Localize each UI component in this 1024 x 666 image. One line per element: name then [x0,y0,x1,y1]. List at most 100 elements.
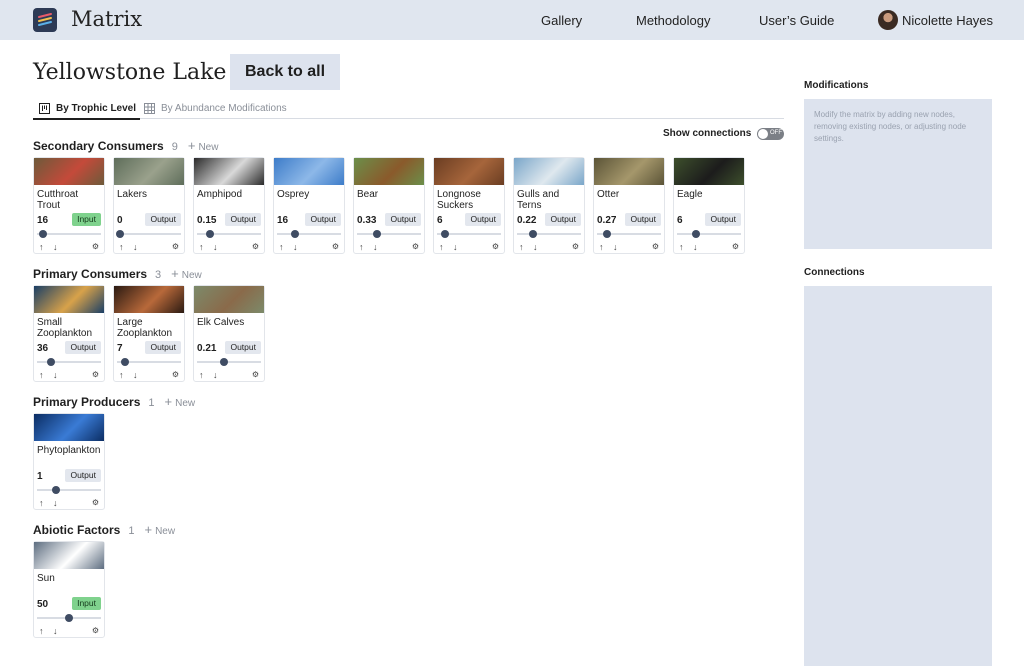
arrow-up-icon[interactable]: ↑ [39,498,44,508]
slider-handle[interactable] [602,230,611,238]
node-card[interactable]: Large Zooplankton 7 Output ↑ ↓ ⚙ [113,285,185,382]
slider-handle[interactable] [47,358,56,366]
gear-icon[interactable]: ⚙ [492,242,499,251]
user-avatar[interactable] [878,10,898,30]
gear-icon[interactable]: ⚙ [92,370,99,379]
gear-icon[interactable]: ⚙ [412,242,419,251]
node-value-slider[interactable] [517,230,581,238]
slider-handle[interactable] [120,358,129,366]
arrow-up-icon[interactable]: ↑ [599,242,604,252]
node-card[interactable]: Cutthroat Trout 16 Input ↑ ↓ ⚙ [33,157,105,254]
node-value-slider[interactable] [37,230,101,238]
gear-icon[interactable]: ⚙ [252,370,259,379]
gear-icon[interactable]: ⚙ [252,242,259,251]
node-card[interactable]: Lakers 0 Output ↑ ↓ ⚙ [113,157,185,254]
gear-icon[interactable]: ⚙ [172,370,179,379]
node-type-badge[interactable]: Output [465,213,501,226]
node-card[interactable]: Gulls and Terns 0.22 Output ↑ ↓ ⚙ [513,157,585,254]
arrow-up-icon[interactable]: ↑ [679,242,684,252]
node-type-badge[interactable]: Output [225,213,261,226]
slider-handle[interactable] [440,230,449,238]
node-card[interactable]: Eagle 6 Output ↑ ↓ ⚙ [673,157,745,254]
arrow-up-icon[interactable]: ↑ [439,242,444,252]
node-type-badge[interactable]: Output [145,213,181,226]
node-value-slider[interactable] [117,358,181,366]
slider-handle[interactable] [65,614,73,622]
arrow-up-icon[interactable]: ↑ [279,242,284,252]
arrow-down-icon[interactable]: ↓ [53,370,58,380]
gear-icon[interactable]: ⚙ [92,242,99,251]
tab-by-abundance-modifications[interactable]: By Abundance Modifications [144,103,287,114]
gear-icon[interactable]: ⚙ [172,242,179,251]
nav-gallery-link[interactable]: Gallery [541,13,582,28]
tab-by-trophic-level[interactable]: By Trophic Level [32,103,141,120]
arrow-up-icon[interactable]: ↑ [359,242,364,252]
arrow-up-icon[interactable]: ↑ [39,370,44,380]
arrow-down-icon[interactable]: ↓ [293,242,298,252]
node-value-slider[interactable] [197,358,261,366]
arrow-up-icon[interactable]: ↑ [119,370,124,380]
slider-handle[interactable] [52,486,61,494]
arrow-up-icon[interactable]: ↑ [519,242,524,252]
arrow-up-icon[interactable]: ↑ [199,370,204,380]
arrow-down-icon[interactable]: ↓ [213,242,218,252]
add-new-node-button[interactable]: + New [144,522,175,537]
node-type-badge[interactable]: Input [72,597,101,610]
gear-icon[interactable]: ⚙ [652,242,659,251]
arrow-down-icon[interactable]: ↓ [133,370,138,380]
node-type-badge[interactable]: Output [225,341,261,354]
node-value-slider[interactable] [277,230,341,238]
node-type-badge[interactable]: Output [305,213,341,226]
add-new-node-button[interactable]: + New [188,138,219,153]
arrow-down-icon[interactable]: ↓ [53,242,58,252]
arrow-up-icon[interactable]: ↑ [119,242,124,252]
node-card[interactable]: Small Zooplankton 36 Output ↑ ↓ ⚙ [33,285,105,382]
node-value-slider[interactable] [357,230,421,238]
node-card[interactable]: Amphipod 0.15 Output ↑ ↓ ⚙ [193,157,265,254]
slider-handle[interactable] [39,230,48,238]
arrow-up-icon[interactable]: ↑ [39,626,44,636]
node-type-badge[interactable]: Output [705,213,741,226]
node-value-slider[interactable] [677,230,741,238]
arrow-down-icon[interactable]: ↓ [453,242,458,252]
node-card[interactable]: Sun 50 Input ↑ ↓ ⚙ [33,541,105,638]
node-type-badge[interactable]: Output [65,341,101,354]
arrow-down-icon[interactable]: ↓ [53,498,58,508]
node-card[interactable]: Otter 0.27 Output ↑ ↓ ⚙ [593,157,665,254]
back-to-all-button[interactable]: Back to all [230,54,340,90]
gear-icon[interactable]: ⚙ [332,242,339,251]
show-connections-toggle[interactable]: OFF [757,128,784,140]
node-type-badge[interactable]: Output [625,213,661,226]
slider-handle[interactable] [290,230,299,238]
node-card[interactable]: Phytoplankton 1 Output ↑ ↓ ⚙ [33,413,105,510]
user-name[interactable]: Nicolette Hayes [902,13,993,28]
add-new-node-button[interactable]: + New [165,394,196,409]
arrow-down-icon[interactable]: ↓ [213,370,218,380]
node-value-slider[interactable] [597,230,661,238]
nav-users-guide-link[interactable]: User’s Guide [759,13,834,28]
node-value-slider[interactable] [37,486,101,494]
arrow-down-icon[interactable]: ↓ [373,242,378,252]
slider-handle[interactable] [692,230,701,238]
slider-handle[interactable] [373,230,382,238]
node-card[interactable]: Elk Calves 0.21 Output ↑ ↓ ⚙ [193,285,265,382]
gear-icon[interactable]: ⚙ [92,498,99,507]
node-type-badge[interactable]: Output [65,469,101,482]
node-type-badge[interactable]: Output [385,213,421,226]
node-value-slider[interactable] [437,230,501,238]
arrow-down-icon[interactable]: ↓ [133,242,138,252]
arrow-up-icon[interactable]: ↑ [199,242,204,252]
node-value-slider[interactable] [37,614,101,622]
arrow-down-icon[interactable]: ↓ [693,242,698,252]
node-value-slider[interactable] [37,358,101,366]
node-card[interactable]: Bear 0.33 Output ↑ ↓ ⚙ [353,157,425,254]
arrow-down-icon[interactable]: ↓ [533,242,538,252]
gear-icon[interactable]: ⚙ [572,242,579,251]
gear-icon[interactable]: ⚙ [732,242,739,251]
slider-handle[interactable] [116,230,125,238]
app-logo-icon[interactable] [33,8,57,32]
node-value-slider[interactable] [116,230,181,238]
gear-icon[interactable]: ⚙ [92,626,99,635]
arrow-down-icon[interactable]: ↓ [53,626,58,636]
node-type-badge[interactable]: Input [72,213,101,226]
